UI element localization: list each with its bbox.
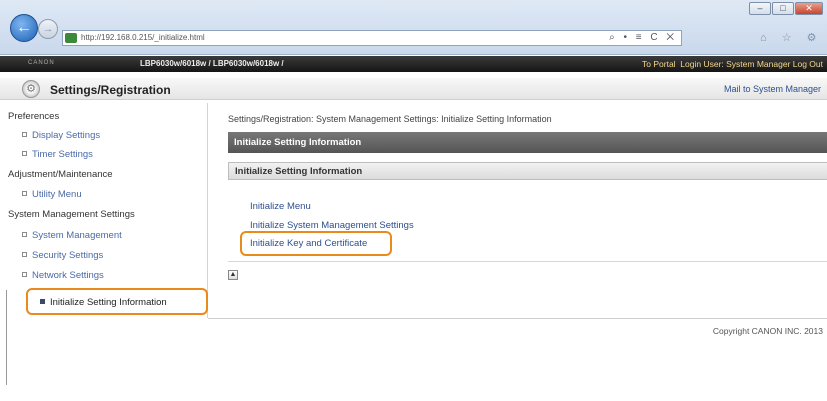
sidebar: Preferences Display Settings Timer Setti… [0, 103, 208, 318]
mail-to-system-manager-link[interactable]: Mail to System Manager [724, 84, 821, 94]
sidebar-category-system-management-settings: System Management Settings [8, 209, 135, 220]
device-header-right: To Portal Login User: System Manager Log… [642, 59, 823, 69]
window-controls: – □ ✕ [749, 2, 823, 15]
address-bar[interactable]: http://192.168.0.215/_initialize.html ⌕ … [62, 30, 682, 46]
close-window-button[interactable]: ✕ [795, 2, 823, 15]
sidebar-item-network-settings[interactable]: Network Settings [22, 270, 104, 281]
minimize-button[interactable]: – [749, 2, 771, 15]
bullet-icon [22, 132, 27, 137]
sidebar-item-display-settings[interactable]: Display Settings [22, 130, 100, 141]
sidebar-category-preferences: Preferences [8, 111, 60, 122]
bullet-icon [40, 299, 45, 304]
sidebar-item-utility-menu[interactable]: Utility Menu [22, 189, 82, 200]
bullet-icon [22, 272, 27, 277]
page-title: Settings/Registration [50, 83, 171, 97]
bullet-icon [22, 191, 27, 196]
home-favorites-settings-icon[interactable]: ⌂ ☆ ⚙ [760, 31, 822, 44]
bullet-icon [22, 232, 27, 237]
breadcrumb: Settings/Registration: System Management… [228, 114, 552, 124]
sidebar-item-label: Initialize Setting Information [50, 297, 167, 308]
url-text[interactable]: http://192.168.0.215/_initialize.html [81, 33, 205, 42]
sidebar-item-label: Utility Menu [32, 189, 82, 200]
sidebar-item-initialize-setting-information[interactable]: Initialize Setting Information [26, 288, 208, 315]
back-button[interactable]: ← [10, 14, 38, 42]
sidebar-item-security-settings[interactable]: Security Settings [22, 250, 103, 261]
sub-heading: Initialize Setting Information [228, 162, 827, 180]
divider [228, 261, 827, 262]
canon-logo: CANON [28, 60, 55, 66]
footer-divider [208, 318, 827, 319]
sidebar-item-label: Timer Settings [32, 149, 93, 160]
logout-link[interactable]: Log Out [793, 59, 823, 69]
initialize-system-management-link[interactable]: Initialize System Management Settings [250, 220, 414, 231]
device-name: LBP6030w/6018w / LBP6030w/6018w / [140, 59, 284, 68]
settings-icon: ⚙ [22, 80, 40, 98]
maximize-button[interactable]: □ [772, 2, 794, 15]
initialize-menu-link[interactable]: Initialize Menu [250, 201, 311, 212]
main-content: Settings/Registration: System Management… [216, 103, 827, 318]
sidebar-category-adjustment: Adjustment/Maintenance [8, 169, 113, 180]
device-header: CANON LBP6030w/6018w / LBP6030w/6018w / … [0, 56, 827, 72]
address-tools-icon[interactable]: ⌕ • ≡ C ✕ [609, 32, 677, 43]
login-user: Login User: System Manager [680, 59, 791, 69]
bullet-icon [22, 252, 27, 257]
sidebar-item-selected: Initialize Setting Information [40, 297, 167, 308]
back-to-top-button[interactable]: ▲ [228, 270, 238, 280]
sidebar-item-timer-settings[interactable]: Timer Settings [22, 149, 93, 160]
sidebar-item-label: Security Settings [32, 250, 104, 261]
window-edge [6, 290, 7, 385]
title-bar: ⚙ Settings/Registration Mail to System M… [0, 78, 827, 100]
initialize-key-certificate-link[interactable]: Initialize Key and Certificate [250, 238, 367, 249]
browser-chrome: – □ ✕ ← → http://192.168.0.215/_initiali… [0, 0, 827, 55]
sidebar-item-system-management[interactable]: System Management [22, 230, 122, 241]
forward-button[interactable]: → [38, 19, 58, 39]
copyright: Copyright CANON INC. 2013 [712, 326, 823, 336]
section-heading: Initialize Setting Information [228, 132, 827, 153]
sidebar-item-label: Display Settings [32, 130, 101, 141]
bullet-icon [22, 151, 27, 156]
sidebar-item-label: System Management [32, 230, 122, 241]
to-portal-link[interactable]: To Portal [642, 59, 676, 69]
site-icon [65, 33, 77, 43]
sidebar-item-label: Network Settings [32, 270, 104, 281]
